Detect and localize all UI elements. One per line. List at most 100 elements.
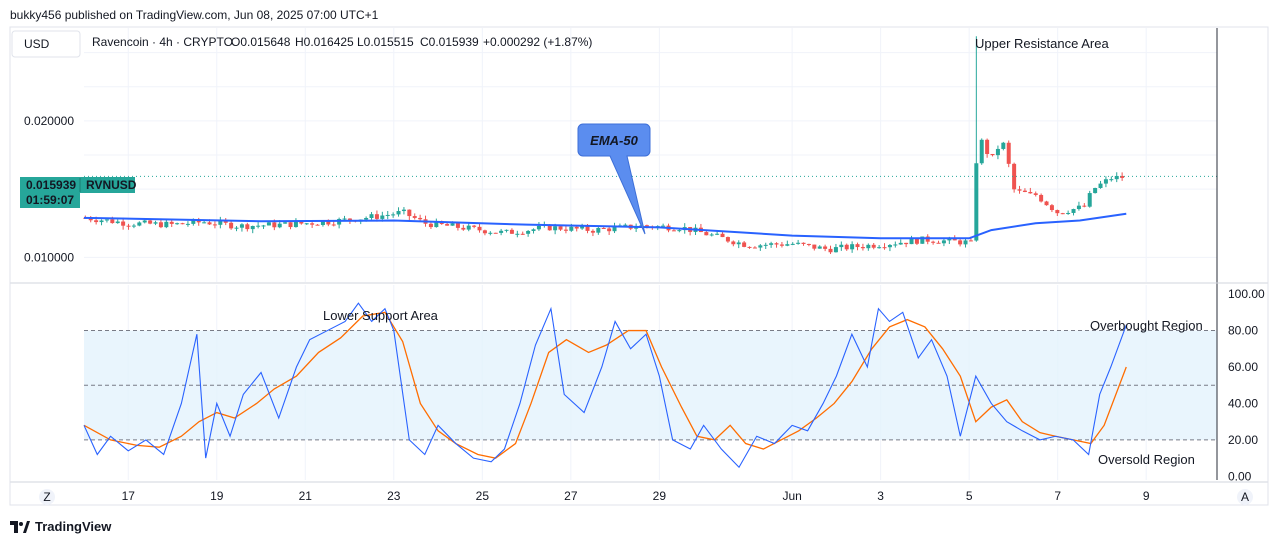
candle-body [256, 225, 261, 227]
candle-body [499, 230, 504, 233]
legend-open: O0.015648 [231, 35, 291, 49]
candle-body [715, 233, 720, 235]
candle-body [553, 226, 558, 231]
candle-body [1006, 142, 1011, 164]
candle-body [596, 227, 601, 233]
candle-body [99, 220, 104, 223]
candle-body [466, 225, 471, 230]
chart[interactable]: 0.0250000.0200000.010000 100.00 80.00 60.0… [0, 0, 1281, 546]
time-tick-label: 25 [476, 489, 490, 503]
auto-scale-label[interactable]: A [1241, 490, 1249, 504]
candle-body [590, 230, 595, 233]
candle-body [731, 241, 736, 245]
candle-body [304, 223, 309, 225]
time-tick-label: 9 [1143, 489, 1150, 503]
price-axis[interactable]: 0.0250000.0200000.010000 [24, 46, 74, 265]
candle-body [482, 230, 487, 234]
candle-body [817, 246, 822, 249]
candle-body [385, 214, 390, 216]
candle-body [391, 214, 396, 216]
candle-body [569, 226, 574, 231]
candle-body [607, 228, 612, 232]
candle-body [472, 225, 477, 227]
candle-body [758, 245, 763, 248]
time-tick-label: 17 [122, 489, 136, 503]
candle-body [277, 223, 282, 228]
candle-body [153, 222, 158, 224]
candle-body [207, 222, 212, 225]
footer-brand: TradingView [10, 519, 111, 534]
candle-body [774, 243, 779, 245]
candle-body [995, 148, 1000, 156]
price-badge-value: 0.015939 [26, 178, 76, 192]
rsi-tick-label: 20.00 [1228, 433, 1258, 447]
upper-resistance-label: Upper Resistance Area [975, 36, 1109, 51]
candle-body [175, 223, 180, 225]
candle-body [272, 222, 277, 228]
candle-body [823, 246, 828, 249]
candle-body [202, 222, 207, 224]
candle-body [871, 244, 876, 248]
candle-body [142, 220, 147, 223]
candle-body [812, 244, 817, 249]
time-axis[interactable]: 17 19 21 23 25 27 29 Jun 3 5 7 9 [122, 489, 1150, 503]
legend-change: +0.000292 (+1.87%) [483, 35, 592, 49]
candle-body [164, 221, 169, 228]
rsi-tick-label: 0.00 [1228, 469, 1252, 483]
rsi-axis[interactable]: 100.00 80.00 60.00 40.00 20.00 0.00 [1228, 287, 1265, 483]
lower-support-label: Lower Support Area [323, 308, 439, 323]
candle-body [148, 220, 153, 224]
candle-body [131, 225, 136, 227]
rsi-tick-label: 80.00 [1228, 324, 1258, 338]
legend-high: H0.016425 [295, 35, 354, 49]
candle-body [250, 225, 255, 230]
candle-body [709, 234, 714, 236]
candle-body [509, 229, 514, 234]
candle-body [661, 225, 666, 227]
candle-body [796, 242, 801, 244]
candle-body [779, 244, 784, 246]
candle-body [504, 229, 509, 231]
candle-body [860, 247, 865, 249]
candle-body [806, 243, 811, 245]
candle-body [158, 222, 163, 228]
time-tick-label: 29 [653, 489, 667, 503]
time-tick-label: Jun [782, 489, 801, 503]
time-tick-label: 21 [299, 489, 313, 503]
candle-body [266, 222, 271, 226]
candle-body [428, 223, 433, 228]
candle-body [445, 224, 450, 226]
z-button-label[interactable]: Z [43, 490, 50, 504]
currency-label[interactable]: USD [24, 37, 50, 51]
candle-body [331, 224, 336, 226]
candle-body [958, 240, 963, 245]
legend-low: L0.015515 [357, 35, 414, 49]
candle-body [1076, 205, 1081, 210]
candle-body [601, 227, 606, 229]
candle-body [887, 244, 892, 248]
candle-body [1082, 205, 1087, 207]
price-tick-label: 0.020000 [24, 114, 74, 128]
candle-body [909, 238, 914, 245]
candle-body [720, 233, 725, 238]
time-tick-label: 27 [564, 489, 578, 503]
candle-body [850, 244, 855, 250]
candle-body [212, 224, 217, 226]
candle-body [283, 222, 288, 224]
candle-body [974, 163, 979, 241]
candle-body [931, 241, 936, 243]
candle-body [882, 247, 887, 249]
rsi-tick-label: 100.00 [1228, 287, 1265, 301]
candle-body [169, 221, 174, 224]
candle-body [1109, 179, 1114, 181]
candle-body [790, 243, 795, 245]
rsi-tick-label: 60.00 [1228, 360, 1258, 374]
candle-body [407, 209, 412, 217]
candle-body [1049, 205, 1054, 211]
candle-body [315, 224, 320, 226]
price-badge: 0.015939 RVNUSD 01:59:07 [20, 177, 137, 208]
candle-body [968, 240, 973, 242]
candle-body [877, 247, 882, 249]
candle-body [574, 226, 579, 229]
candle-body [844, 244, 849, 250]
